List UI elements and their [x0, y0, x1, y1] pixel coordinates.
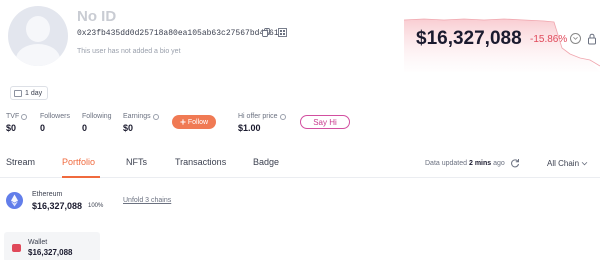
avatar [8, 6, 68, 66]
stat-value: $0 [6, 123, 17, 133]
chain-percent: 100% [88, 203, 104, 209]
qr-code-icon[interactable] [278, 28, 287, 37]
tab-portfolio[interactable]: Portfolio [62, 157, 95, 167]
stat-label: Following [82, 113, 112, 120]
chain-select[interactable]: All Chain [547, 159, 588, 168]
info-icon[interactable] [152, 113, 159, 120]
wallet-card[interactable]: Wallet $16,327,088 [4, 232, 100, 260]
chain-name: Ethereum [32, 191, 63, 198]
plus-icon [180, 119, 186, 125]
avatar-head [26, 16, 50, 42]
stat-value: $0 [123, 123, 134, 133]
active-tab-indicator [62, 176, 100, 178]
chevron-down-icon[interactable] [570, 33, 581, 44]
stat-label: Followers [40, 113, 70, 120]
net-worth-change: -15.86% [530, 34, 568, 45]
say-hi-button-label: Say Hi [313, 117, 337, 127]
chain-value: $16,327,088 [32, 201, 83, 211]
net-worth-value: $16,327,088 [416, 28, 522, 49]
tab-transactions[interactable]: Transactions [175, 157, 226, 167]
data-updated-suffix: ago [493, 160, 505, 167]
stat-label: Hi offer price [238, 113, 278, 120]
ethereum-icon [6, 192, 23, 209]
stat-earnings: Earnings $0 [123, 113, 159, 133]
stat-hi-offer-price: Hi offer price $1.00 [238, 113, 286, 133]
wallet-address: 0x23fb435dd0d25718a80ea105ab63c27567bd46… [77, 29, 279, 38]
tab-nfts[interactable]: NFTs [126, 157, 147, 167]
follow-button[interactable]: Follow [172, 115, 216, 129]
avatar-body [16, 44, 60, 66]
wallet-label: Wallet [28, 239, 48, 246]
account-age-label: 1 day [25, 89, 43, 97]
hide-balance-icon[interactable] [587, 33, 597, 45]
info-icon[interactable] [21, 113, 28, 120]
calendar-icon [14, 89, 22, 97]
wallet-icon [12, 244, 21, 252]
unfold-chains-link[interactable]: Unfold 3 chains [123, 197, 171, 204]
stat-following[interactable]: Following 0 [82, 113, 112, 133]
chain-select-value: All Chain [547, 159, 580, 168]
data-updated-time: 2 mins [469, 160, 492, 167]
stat-label: TVF [6, 113, 20, 120]
stat-value: $1.00 [238, 123, 261, 133]
stat-value: 0 [40, 123, 46, 133]
info-icon[interactable] [279, 113, 286, 120]
follow-button-label: Follow [187, 118, 209, 126]
tab-stream[interactable]: Stream [6, 157, 35, 167]
data-updated-status: Data updated 2 mins ago [425, 160, 505, 167]
refresh-icon[interactable] [510, 158, 520, 168]
account-age-badge: 1 day [10, 86, 49, 100]
wallet-value: $16,327,088 [28, 248, 73, 257]
stat-value: 0 [82, 123, 88, 133]
stat-label: Earnings [123, 113, 151, 120]
profile-name: No ID [77, 8, 117, 25]
chevron-down-icon [581, 161, 588, 166]
copy-icon[interactable] [262, 28, 270, 37]
say-hi-button[interactable]: Say Hi [300, 115, 350, 129]
tab-badge[interactable]: Badge [253, 157, 279, 167]
data-updated-prefix: Data updated [425, 160, 468, 167]
stat-tvf: TVF $0 [6, 113, 28, 133]
profile-bio: This user has not added a bio yet [77, 48, 181, 55]
stat-followers[interactable]: Followers 0 [40, 113, 70, 133]
